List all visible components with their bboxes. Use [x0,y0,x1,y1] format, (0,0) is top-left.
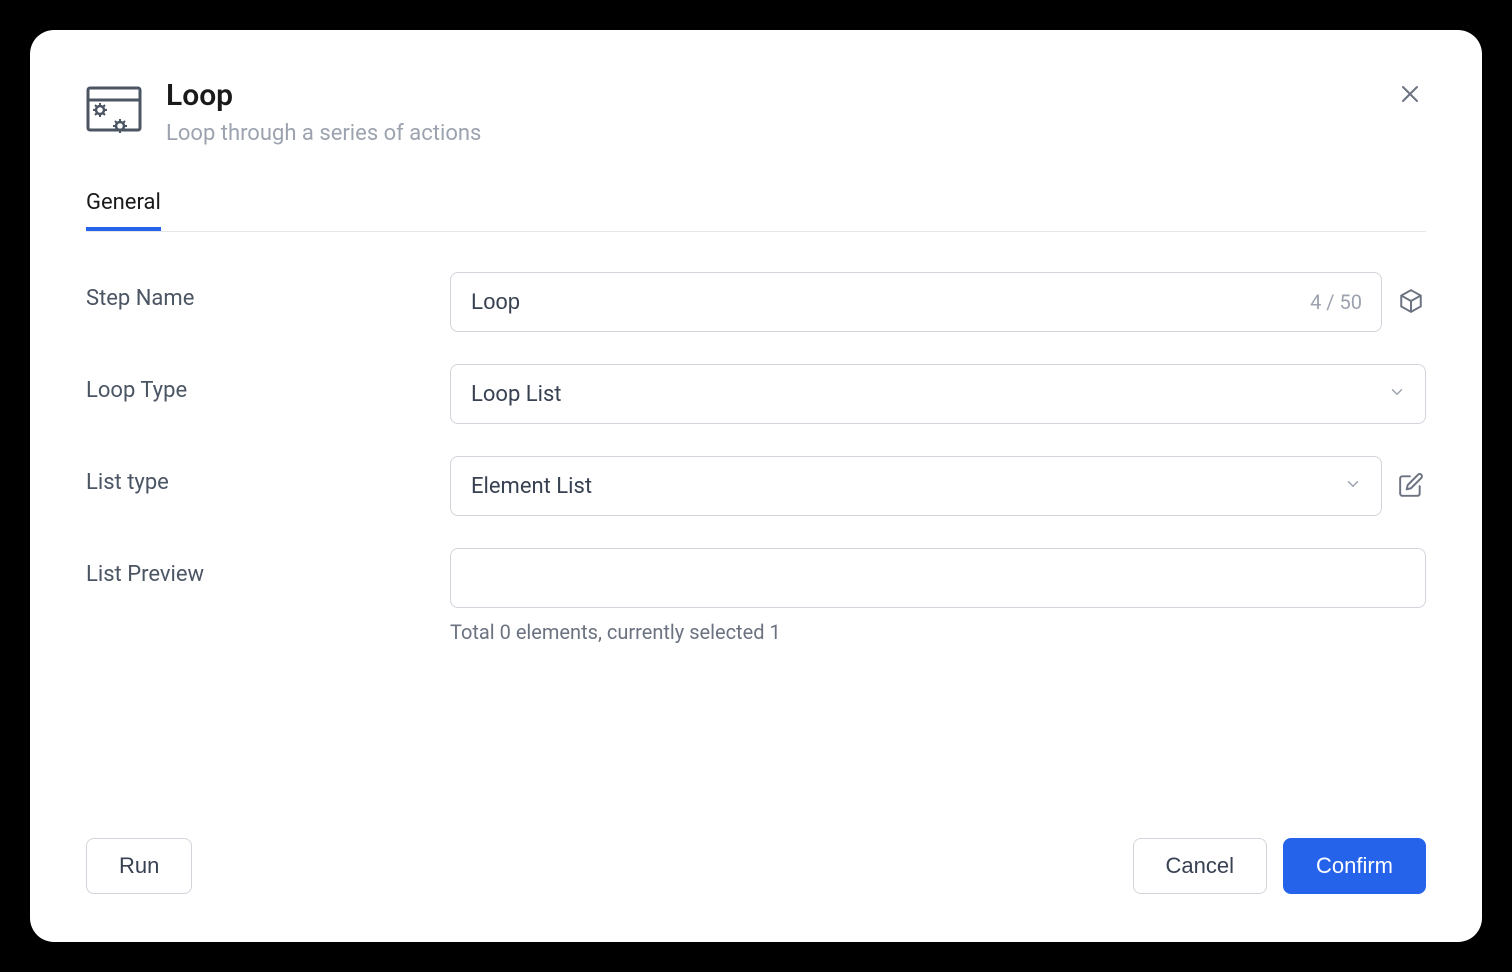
list-preview-field: Total 0 elements, currently selected 1 [450,548,1426,644]
preview-wrapper: Total 0 elements, currently selected 1 [450,548,1426,644]
confirm-button[interactable]: Confirm [1283,838,1426,894]
step-name-field: 4 / 50 [450,272,1426,332]
edit-icon [1398,472,1424,498]
tabs-container: General [86,178,1426,232]
list-type-select[interactable]: Element List [450,456,1382,516]
cube-icon [1398,288,1424,314]
list-type-row: List type Element List [86,456,1426,516]
close-icon [1398,82,1422,106]
step-name-label: Step Name [86,272,426,311]
list-preview-label: List Preview [86,548,426,587]
modal-subtitle: Loop through a series of actions [166,121,1426,146]
run-button[interactable]: Run [86,838,192,894]
list-preview-area[interactable] [450,548,1426,608]
cancel-button[interactable]: Cancel [1133,838,1267,894]
title-group: Loop Loop through a series of actions [166,78,1426,146]
close-button[interactable] [1394,78,1426,110]
step-name-row: Step Name 4 / 50 [86,272,1426,332]
footer-left: Run [86,838,192,894]
tab-general[interactable]: General [86,178,161,231]
form-content: Step Name 4 / 50 [86,272,1426,814]
variable-button[interactable] [1398,288,1426,316]
edit-button[interactable] [1398,472,1426,500]
list-type-field: Element List [450,456,1426,516]
loop-type-field: Loop List [450,364,1426,424]
loop-window-icon [86,86,142,142]
footer-right: Cancel Confirm [1133,838,1427,894]
list-type-value: Element List [471,474,592,499]
list-type-label: List type [86,456,426,495]
list-preview-row: List Preview Total 0 elements, currently… [86,548,1426,644]
char-counter: 4 / 50 [1310,290,1362,314]
modal-footer: Run Cancel Confirm [86,814,1426,894]
modal-title: Loop [166,78,1426,113]
loop-type-row: Loop Type Loop List [86,364,1426,424]
step-name-input-wrapper: 4 / 50 [450,272,1382,332]
loop-config-modal: Loop Loop through a series of actions Ge… [30,30,1482,942]
modal-header: Loop Loop through a series of actions [86,78,1426,146]
step-name-input[interactable] [450,272,1382,332]
loop-type-value: Loop List [471,382,562,407]
loop-type-label: Loop Type [86,364,426,403]
preview-helper-text: Total 0 elements, currently selected 1 [450,620,1426,644]
list-type-select-wrapper: Element List [450,456,1382,516]
loop-type-select[interactable]: Loop List [450,364,1426,424]
loop-type-select-wrapper: Loop List [450,364,1426,424]
